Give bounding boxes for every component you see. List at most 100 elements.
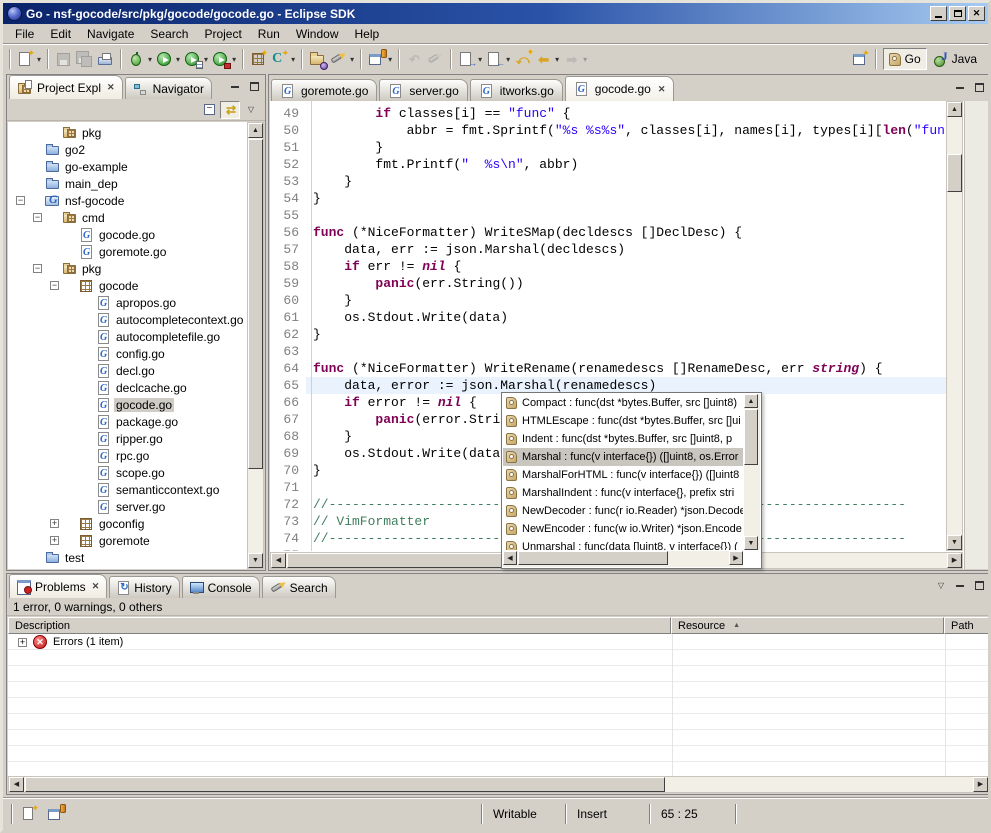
maximize-view-button[interactable]: [971, 578, 987, 592]
code-line[interactable]: 50 abbr = fmt.Sprintf("%s %s%s", classes…: [270, 122, 946, 139]
scroll-right-button[interactable]: ▶: [947, 553, 962, 568]
new-go-package-button[interactable]: ✦: [248, 48, 269, 70]
tree-item-pkg[interactable]: −pkg: [8, 260, 248, 277]
tree-item-autocompletecontext-go[interactable]: autocompletecontext.go: [8, 311, 248, 328]
problems-horizontal-scrollbar[interactable]: ◀ ▶: [8, 776, 989, 793]
expander-icon[interactable]: −: [33, 264, 42, 273]
code-line[interactable]: 63: [270, 343, 946, 360]
explorer-scrollbar[interactable]: ▲ ▼: [247, 122, 264, 569]
scroll-right-button[interactable]: ▶: [729, 551, 743, 565]
editor-tab-gocode.go[interactable]: gocode.go✕: [565, 76, 675, 101]
debug-button[interactable]: [126, 48, 147, 70]
run-history-dropdown[interactable]: ▾: [204, 55, 208, 64]
external-tools-dropdown[interactable]: ▾: [232, 55, 236, 64]
scroll-left-button[interactable]: ◀: [503, 551, 517, 565]
code-line[interactable]: 53 }: [270, 173, 946, 190]
menu-edit[interactable]: Edit: [42, 25, 79, 43]
menu-project[interactable]: Project: [196, 25, 249, 43]
scroll-down-button[interactable]: ▼: [248, 553, 263, 568]
minimize-button[interactable]: [930, 6, 947, 21]
close-tab-icon[interactable]: ✕: [658, 84, 666, 95]
search-button[interactable]: [328, 48, 349, 70]
tree-item-gocode-go[interactable]: gocode.go: [8, 226, 248, 243]
completion-item[interactable]: MarshalForHTML : func(v interface{}) ([]…: [503, 466, 743, 484]
next-annotation-dropdown[interactable]: ▾: [478, 55, 482, 64]
code-line[interactable]: 55: [270, 207, 946, 224]
code-line[interactable]: 59 panic(err.String()): [270, 275, 946, 292]
code-line[interactable]: 52 fmt.Printf(" %s\n", abbr): [270, 156, 946, 173]
expander-icon[interactable]: +: [50, 536, 59, 545]
scroll-thumb[interactable]: [25, 777, 665, 792]
tab-project-explorer[interactable]: Project Expl ✕: [9, 75, 123, 99]
completion-item[interactable]: HTMLEscape : func(dst *bytes.Buffer, src…: [503, 412, 743, 430]
completion-item[interactable]: Compact : func(dst *bytes.Buffer, src []…: [503, 394, 743, 412]
previous-annotation-dropdown[interactable]: ▾: [506, 55, 510, 64]
tree-item-config-go[interactable]: config.go: [8, 345, 248, 362]
breadcrumb-button[interactable]: [366, 48, 387, 70]
undo-button[interactable]: ↶: [404, 48, 425, 70]
code-line[interactable]: 60 }: [270, 292, 946, 309]
view-menu-button[interactable]: ▽: [241, 101, 261, 119]
tab-navigator[interactable]: Navigator: [125, 77, 212, 99]
code-line[interactable]: 61 os.Stdout.Write(data): [270, 309, 946, 326]
tree-item-gocode[interactable]: −gocode: [8, 277, 248, 294]
completion-item[interactable]: Marshal : func(v interface{}) ([]uint8, …: [503, 448, 743, 466]
scroll-left-button[interactable]: ◀: [271, 553, 286, 568]
completion-item[interactable]: NewDecoder : func(r io.Reader) *json.Dec…: [503, 502, 743, 520]
tree-item-package-go[interactable]: package.go: [8, 413, 248, 430]
tree-item-main_dep[interactable]: main_dep: [8, 175, 248, 192]
menu-search[interactable]: Search: [142, 25, 196, 43]
format-button[interactable]: [425, 48, 446, 70]
tree-item-pkg[interactable]: pkg: [8, 124, 248, 141]
expander-icon[interactable]: −: [33, 213, 42, 222]
tree-item-decl-go[interactable]: decl.go: [8, 362, 248, 379]
expand-icon[interactable]: +: [18, 638, 27, 647]
completion-item[interactable]: Unmarshal : func(data []uint8, v interfa…: [503, 538, 743, 550]
completion-item[interactable]: NewEncoder : func(w io.Writer) *json.Enc…: [503, 520, 743, 538]
tree-item-gocode-go[interactable]: gocode.go: [8, 396, 248, 413]
tree-item-goremote-go[interactable]: goremote.go: [8, 243, 248, 260]
back-dropdown[interactable]: ▾: [555, 55, 559, 64]
maximize-view-button[interactable]: [246, 79, 262, 93]
tab-console[interactable]: Console: [182, 576, 260, 598]
open-artifact-button[interactable]: [307, 48, 328, 70]
code-line[interactable]: 64func (*NiceFormatter) WriteRename(rena…: [270, 360, 946, 377]
new-wizard-button[interactable]: ✦: [15, 48, 36, 70]
tree-item-ripper-go[interactable]: ripper.go: [8, 430, 248, 447]
debug-dropdown[interactable]: ▾: [148, 55, 152, 64]
search-dropdown[interactable]: ▾: [350, 55, 354, 64]
close-tab-icon[interactable]: ✕: [92, 581, 100, 592]
editor-vertical-scrollbar[interactable]: ▲ ▼: [946, 101, 963, 551]
tree-item-apropos-go[interactable]: apropos.go: [8, 294, 248, 311]
minimize-view-button[interactable]: [952, 578, 968, 592]
forward-dropdown[interactable]: ▾: [583, 55, 587, 64]
breadcrumb-dropdown[interactable]: ▾: [388, 55, 392, 64]
menu-help[interactable]: Help: [347, 25, 388, 43]
close-tab-icon[interactable]: ✕: [107, 82, 115, 93]
previous-annotation-button[interactable]: ←: [484, 48, 505, 70]
forward-button[interactable]: ➡: [561, 48, 582, 70]
new-go-element-dropdown[interactable]: ▾: [291, 55, 295, 64]
tree-item-rpc-go[interactable]: rpc.go: [8, 447, 248, 464]
scroll-right-button[interactable]: ▶: [973, 777, 988, 792]
scroll-thumb[interactable]: [518, 551, 668, 565]
perspective-java-button[interactable]: Java: [929, 48, 982, 70]
link-with-editor-button[interactable]: ⇄: [220, 101, 240, 119]
completion-item[interactable]: MarshalIndent : func(v interface{}, pref…: [503, 484, 743, 502]
tree-item-autocompletefile-go[interactable]: autocompletefile.go: [8, 328, 248, 345]
perspective-go-button[interactable]: Go: [883, 48, 927, 70]
column-header-resource[interactable]: Resource▲: [671, 617, 944, 634]
scroll-down-button[interactable]: ▼: [744, 536, 758, 550]
collapse-all-button[interactable]: [199, 101, 219, 119]
menu-navigate[interactable]: Navigate: [79, 25, 142, 43]
code-line[interactable]: 57 data, err := json.Marshal(decldescs): [270, 241, 946, 258]
tree-item-nsf-gocode[interactable]: −nsf-gocode: [8, 192, 248, 209]
scroll-up-button[interactable]: ▲: [947, 102, 962, 117]
tree-item-semanticcontext-go[interactable]: semanticcontext.go: [8, 481, 248, 498]
run-history-button[interactable]: [182, 48, 203, 70]
tree-item-cmd[interactable]: −cmd: [8, 209, 248, 226]
tree-item-declcache-go[interactable]: declcache.go: [8, 379, 248, 396]
problems-row-errors[interactable]: + ✕ Errors (1 item): [8, 634, 608, 650]
editor-tab-goremote.go[interactable]: goremote.go: [271, 79, 377, 101]
tree-item-go-example[interactable]: go-example: [8, 158, 248, 175]
